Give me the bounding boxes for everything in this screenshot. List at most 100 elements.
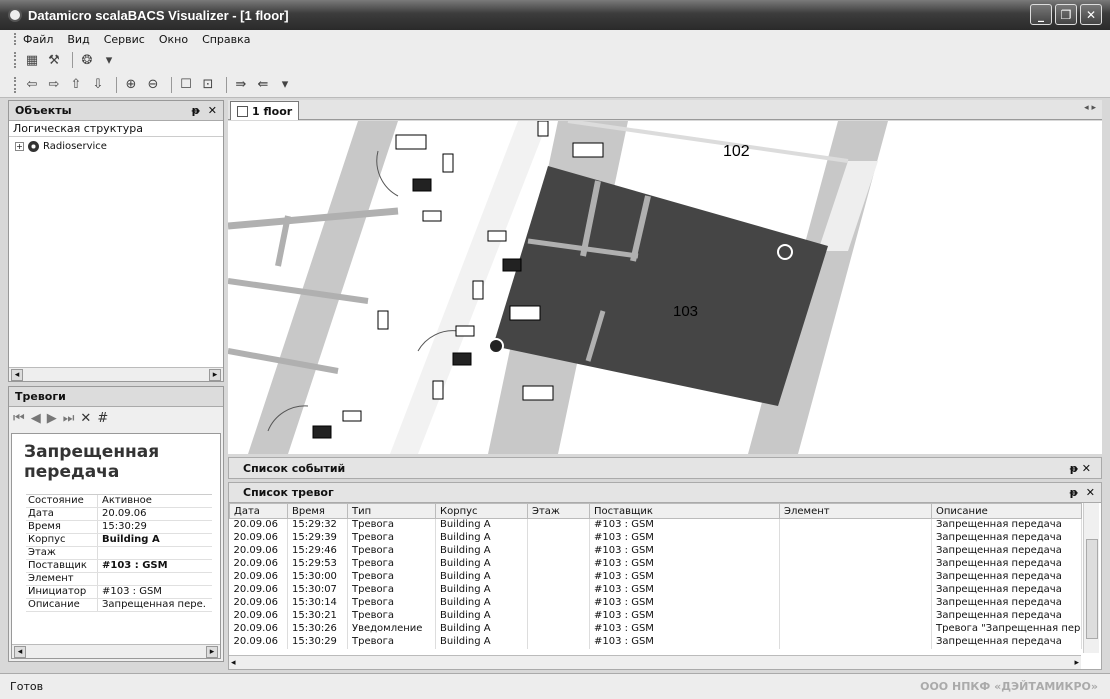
help-icon[interactable]: ❂ — [78, 51, 96, 69]
menu-help[interactable]: Справка — [202, 33, 250, 46]
tree-item-radioservice[interactable]: + Radioservice — [9, 137, 223, 155]
column-header[interactable]: Описание — [931, 503, 1082, 519]
table-row[interactable]: 20.09.06 15:29:39 Тревога Building A #103 : … — [229, 531, 1082, 545]
table-cell: Тревога — [347, 570, 436, 584]
alarms-hscroll[interactable]: ◂ ▸ — [229, 655, 1081, 669]
scroll-right-icon[interactable]: ▸ — [1074, 658, 1079, 668]
table-row[interactable]: 20.09.06 15:29:53 Тревога Building A #103 : … — [229, 557, 1082, 571]
table-cell: Запрещенная передача — [931, 583, 1082, 597]
toolbar-grip[interactable] — [14, 33, 17, 45]
toolbar-grip[interactable] — [14, 76, 17, 93]
table-row[interactable]: 20.09.06 15:30:26 Уведомление Building A #10… — [229, 622, 1082, 636]
scroll-left-icon[interactable]: ◂ — [11, 368, 23, 381]
device-icon[interactable] — [432, 380, 444, 400]
forward-icon[interactable]: ⇛ — [232, 76, 250, 94]
objects-hscroll[interactable]: ◂ ▸ — [9, 367, 223, 381]
floor-plan-canvas[interactable]: 102 103 — [228, 121, 1102, 454]
table-row[interactable]: 20.09.06 15:30:00 Тревога Building A #103 : … — [229, 570, 1082, 584]
camera-icon[interactable] — [572, 142, 604, 158]
device-icon[interactable] — [472, 280, 484, 300]
alarms-vscroll[interactable] — [1083, 503, 1099, 653]
zoom-in-icon[interactable]: ⊕ — [122, 76, 140, 94]
scroll-left-icon[interactable]: ◂ — [14, 645, 26, 658]
menu-file[interactable]: Файл — [23, 33, 53, 46]
table-row[interactable]: 20.09.06 15:30:07 Тревога Building A #103 : … — [229, 583, 1082, 597]
restore-button[interactable]: ❐ — [1055, 4, 1077, 25]
menu-view[interactable]: Вид — [67, 33, 89, 46]
expand-icon[interactable]: + — [15, 141, 24, 151]
toolbar-grip[interactable] — [14, 52, 17, 68]
close-icon[interactable]: ✕ — [1086, 486, 1095, 499]
column-header[interactable]: Дата — [229, 503, 288, 519]
column-header[interactable]: Этаж — [527, 503, 590, 519]
scroll-right-icon[interactable]: ▸ — [206, 645, 218, 658]
scroll-thumb[interactable] — [1086, 539, 1098, 639]
device-icon[interactable] — [442, 153, 454, 173]
arrow-down-icon[interactable]: ⇩ — [89, 76, 107, 94]
table-row[interactable]: 20.09.06 15:30:21 Тревога Building A #103 : … — [229, 609, 1082, 623]
tab-1-floor[interactable]: 1 floor — [230, 101, 300, 120]
back-icon[interactable]: ⇚ — [254, 76, 272, 94]
select-rect-icon[interactable]: ☐ — [177, 76, 195, 94]
alarm-hscroll[interactable]: ◂ ▸ — [12, 644, 220, 658]
table-cell: 20.09.06 — [229, 622, 288, 636]
next-icon[interactable]: ▶ — [47, 411, 57, 426]
cancel-icon[interactable]: ✕ — [80, 411, 91, 426]
device-icon[interactable] — [455, 325, 475, 337]
pin-close-icons[interactable]: ᵽ ✕ — [1070, 462, 1091, 475]
table-cell: Запрещенная передача — [931, 518, 1082, 532]
close-button[interactable]: ✕ — [1080, 4, 1102, 25]
menu-window[interactable]: Окно — [159, 33, 188, 46]
column-header[interactable]: Поставщик — [589, 503, 780, 519]
table-row[interactable]: 20.09.06 15:29:32 Тревога Building A #103 : … — [229, 518, 1082, 532]
zoom-out-icon[interactable]: ⊖ — [144, 76, 162, 94]
minimize-button[interactable]: _ — [1030, 4, 1052, 25]
table-row[interactable]: 20.09.06 15:30:14 Тревога Building A #103 : … — [229, 596, 1082, 610]
column-header[interactable]: Корпус — [435, 503, 528, 519]
reader-icon[interactable] — [502, 258, 522, 272]
toolbar-overflow-icon[interactable]: ▾ — [276, 76, 294, 94]
device-icon[interactable] — [537, 121, 549, 137]
alarms-panel: Тревоги ⏮ ◀ ▶ ⏭ ✕ # Запрещенная передача… — [8, 386, 224, 662]
arrow-right-icon[interactable]: ⇨ — [45, 76, 63, 94]
reader-icon[interactable] — [312, 425, 332, 439]
reader-icon[interactable] — [452, 352, 472, 366]
camera-icon[interactable] — [522, 385, 554, 401]
column-header[interactable]: Элемент — [779, 503, 932, 519]
fit-view-icon[interactable]: ⊡ — [199, 76, 217, 94]
scroll-left-icon[interactable]: ◂ — [231, 658, 236, 668]
table-cell — [527, 622, 590, 636]
column-header[interactable]: Тип — [347, 503, 436, 519]
camera-icon[interactable] — [395, 134, 427, 150]
last-icon[interactable]: ⏭ — [63, 411, 75, 426]
device-icon[interactable] — [487, 230, 507, 242]
table-row[interactable]: 20.09.06 15:29:46 Тревога Building A #103 : … — [229, 544, 1082, 558]
scroll-right-icon[interactable]: ▸ — [209, 368, 221, 381]
reader-icon[interactable] — [412, 178, 432, 192]
tools-icon[interactable]: ⚒ — [45, 51, 63, 69]
floor-plan-svg[interactable]: 102 103 — [228, 121, 1102, 454]
prev-icon[interactable]: ◀ — [31, 411, 41, 426]
close-icon[interactable]: ✕ — [208, 104, 217, 117]
pin-icon[interactable]: ᵽ — [1070, 486, 1078, 499]
table-row[interactable]: 20.09.06 15:30:29 Тревога Building A #103 : … — [229, 635, 1082, 649]
device-icon[interactable] — [377, 310, 389, 330]
column-header[interactable]: Время — [287, 503, 348, 519]
table-cell: Building A — [435, 622, 528, 636]
grid-icon[interactable]: # — [97, 411, 108, 426]
camera-icon[interactable] — [509, 305, 541, 321]
panel-icon[interactable]: ▦ — [23, 51, 41, 69]
alarm-sensor-icon[interactable] — [488, 338, 504, 354]
tab-scroll-icon[interactable]: ◂ ▸ — [1084, 103, 1096, 113]
device-icon[interactable] — [422, 210, 442, 222]
property-key: Описание — [26, 599, 98, 611]
toolbar-overflow-icon[interactable]: ▾ — [100, 51, 118, 69]
device-icon[interactable] — [342, 410, 362, 422]
arrow-left-icon[interactable]: ⇦ — [23, 76, 41, 94]
pin-icon[interactable]: ᵽ — [192, 104, 200, 117]
alarm-title: Запрещенная передача — [24, 442, 160, 482]
menu-service[interactable]: Сервис — [104, 33, 145, 46]
table-cell: Тревога — [347, 531, 436, 545]
first-icon[interactable]: ⏮ — [13, 411, 25, 426]
arrow-up-icon[interactable]: ⇧ — [67, 76, 85, 94]
